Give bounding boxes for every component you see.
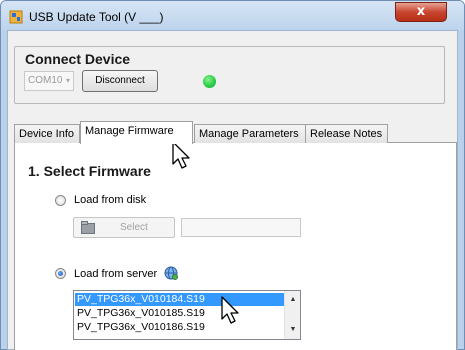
- file-path-field[interactable]: [181, 218, 301, 237]
- list-item[interactable]: PV_TPG36x_V010186.S19: [75, 321, 285, 334]
- connection-status-indicator: [203, 75, 216, 88]
- connect-device-group: Connect Device COM10 ▾ Disconnect: [14, 46, 445, 104]
- com-port-value: COM10: [28, 75, 63, 86]
- scroll-up-icon[interactable]: ▲: [285, 293, 300, 307]
- tab-device-info[interactable]: Device Info: [14, 124, 80, 143]
- com-port-select[interactable]: COM10 ▾: [24, 71, 74, 91]
- tab-manage-parameters[interactable]: Manage Parameters: [194, 124, 306, 143]
- load-from-server-radio[interactable]: [55, 268, 66, 279]
- hand-cursor-icon: [172, 141, 190, 169]
- tab-release-notes[interactable]: Release Notes: [305, 124, 388, 143]
- usb-app-icon: [9, 10, 23, 24]
- firmware-file-list[interactable]: PV_TPG36x_V010184.S19 PV_TPG36x_V010185.…: [73, 290, 301, 340]
- window-title: USB Update Tool (V ___): [29, 10, 164, 24]
- select-button-label: Select: [120, 222, 148, 233]
- select-file-button[interactable]: Select: [73, 217, 175, 238]
- load-from-server-label[interactable]: Load from server: [74, 268, 157, 280]
- chevron-down-icon: ▾: [65, 76, 70, 85]
- list-scrollbar[interactable]: ▲ ▼: [284, 291, 300, 339]
- close-button[interactable]: x: [395, 2, 447, 22]
- connect-device-title: Connect Device: [25, 51, 131, 67]
- list-item[interactable]: PV_TPG36x_V010185.S19: [75, 307, 285, 320]
- folder-icon: [81, 221, 95, 234]
- load-from-disk-radio[interactable]: [55, 195, 66, 206]
- network-globe-icon: [164, 266, 178, 280]
- tab-manage-firmware[interactable]: Manage Firmware: [80, 121, 193, 144]
- title-bar[interactable]: USB Update Tool (V ___) x: [1, 1, 464, 31]
- select-firmware-title: 1. Select Firmware: [28, 163, 151, 179]
- scroll-down-icon[interactable]: ▼: [285, 323, 300, 337]
- list-item[interactable]: PV_TPG36x_V010184.S19: [75, 293, 285, 306]
- load-from-disk-label[interactable]: Load from disk: [74, 194, 146, 206]
- hand-cursor-icon: [221, 296, 239, 324]
- disconnect-button[interactable]: Disconnect: [82, 70, 158, 92]
